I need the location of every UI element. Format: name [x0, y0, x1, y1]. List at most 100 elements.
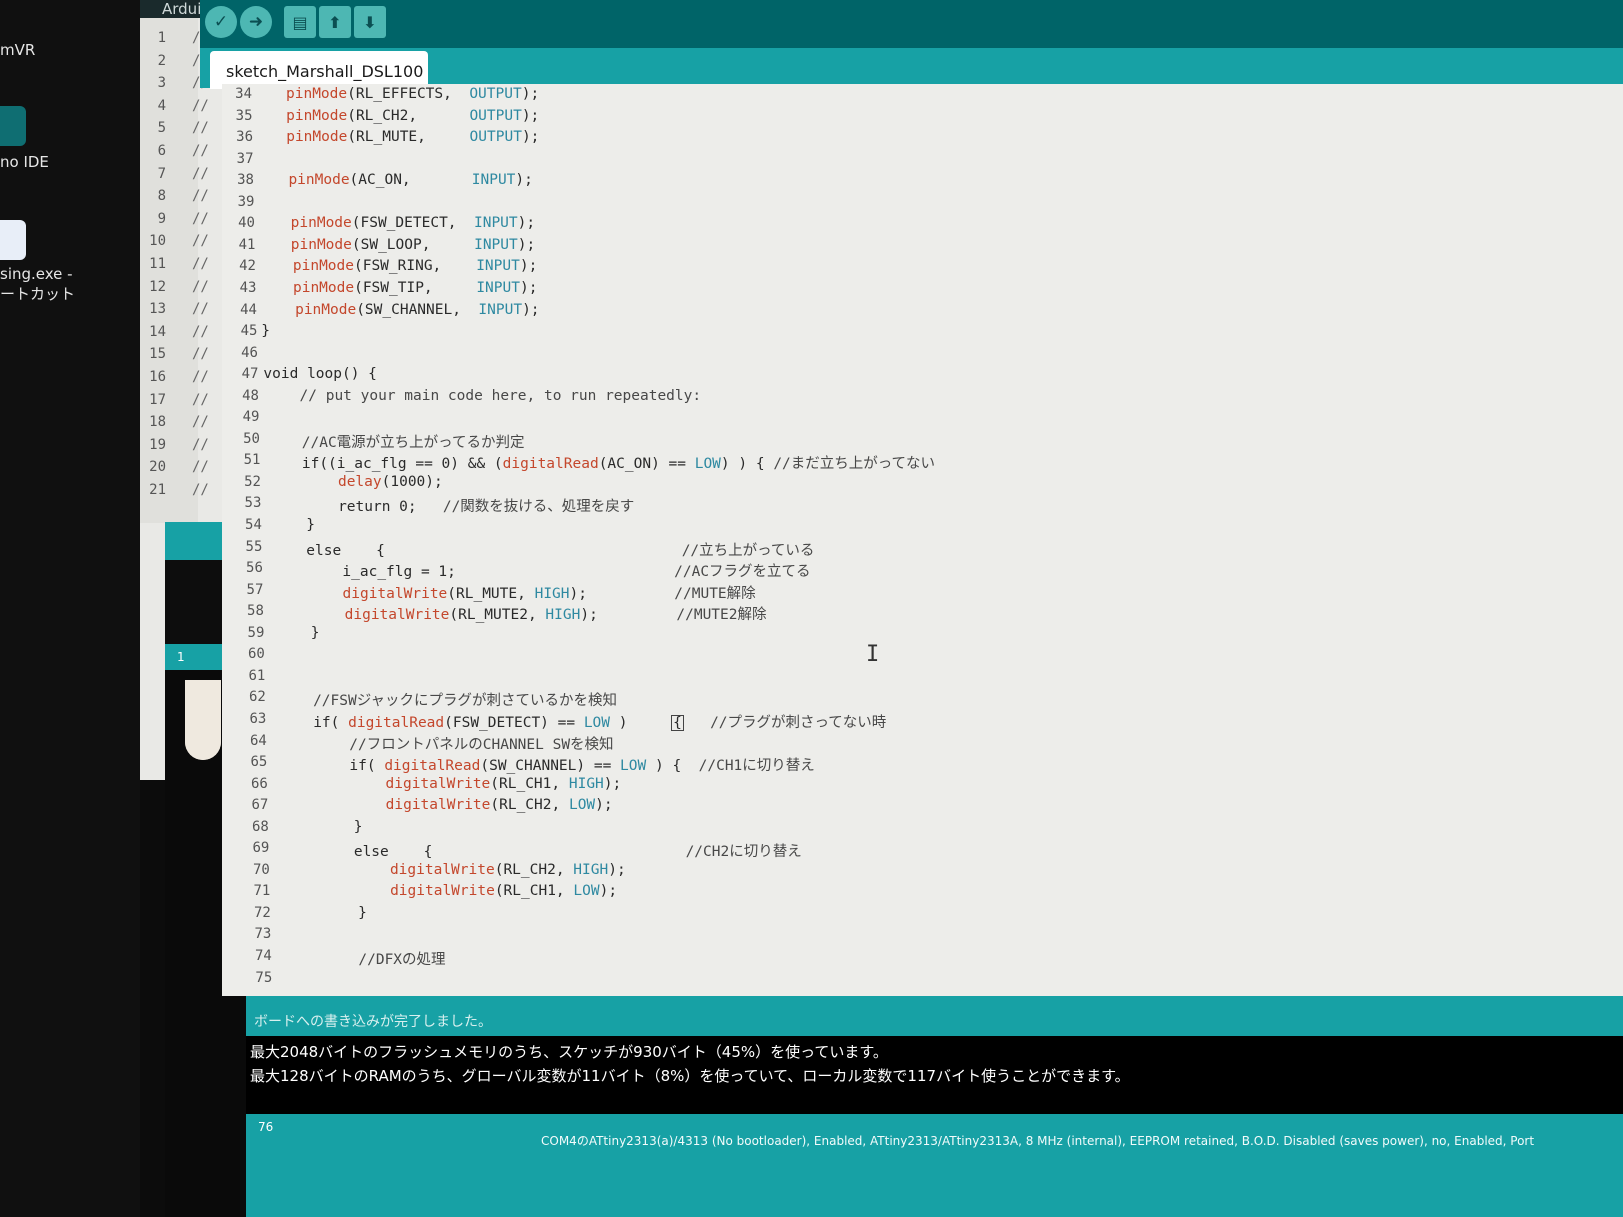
code-line: //フロントパネルのCHANNEL SWを検知	[349, 736, 614, 753]
code-line: else { //立ち上がっている	[306, 542, 815, 559]
line-number: 54	[245, 517, 262, 533]
line-number: 68	[251, 818, 269, 835]
arduino-app-icon[interactable]	[0, 106, 26, 146]
arduino-logo	[185, 680, 221, 760]
desktop-icon-label[interactable]: no IDE	[0, 152, 49, 172]
code-line: i_ac_flg = 1; //ACフラグを立てる	[342, 564, 811, 581]
toolbar	[200, 0, 1623, 48]
code-editor[interactable]: 34 pinMode(RL_EFFECTS, OUTPUT); 35 pinMode(…	[222, 84, 1623, 996]
line-number: 50	[243, 430, 260, 447]
background-code-line: //	[192, 120, 209, 137]
background-code-line: //	[192, 459, 209, 476]
desktop-icon-label[interactable]: mVR	[0, 40, 35, 60]
upload-button[interactable]: ➜	[240, 6, 272, 38]
background-code-line: //	[192, 143, 209, 159]
line-number: 61	[248, 667, 266, 684]
background-line-number: 5	[157, 120, 166, 137]
line-number: 63	[249, 710, 267, 727]
line-number: 49	[242, 409, 260, 426]
code-line: else { //CH2に切り替え	[353, 844, 802, 861]
background-line-number: 8	[157, 188, 166, 205]
code-line: digitalWrite(RL_CH2, HIGH);	[389, 861, 626, 878]
desktop-icon-label[interactable]: ートカット	[0, 284, 75, 304]
line-number: 48	[242, 387, 259, 404]
code-line: digitalWrite(RL_CH1, HIGH);	[385, 775, 622, 792]
code-line: pinMode(FSW_DETECT, INPUT);	[290, 215, 536, 232]
background-code-line: //	[192, 278, 209, 295]
text-cursor-icon: I	[866, 642, 880, 667]
background-line-number: 10	[149, 233, 166, 250]
background-code-line: //	[192, 301, 209, 318]
code-line: if( digitalRead(SW_CHANNEL) == LOW ) { /…	[349, 758, 815, 775]
line-number: 34	[235, 86, 252, 102]
line-number: 56	[246, 560, 263, 577]
check-icon: ✓	[213, 12, 229, 32]
code-line: pinMode(AC_ON, INPUT);	[288, 172, 533, 189]
console-line: 最大128バイトのRAMのうち、グローバル変数が11バイト（8%）を使っていて、…	[250, 1067, 1130, 1085]
code-line: //FSWジャックにプラグが刺さているかを検知	[313, 693, 618, 710]
line-number: 58	[247, 603, 264, 620]
new-sketch-button[interactable]: ▤	[284, 6, 316, 38]
desktop-icon-label[interactable]: sing.exe -	[0, 264, 73, 284]
code-line: }	[310, 624, 320, 641]
line-number: 40	[238, 215, 255, 232]
code-line: digitalWrite(RL_MUTE, HIGH); //MUTE解除	[342, 585, 756, 602]
background-line-number: 7	[157, 165, 166, 182]
line-number: 67	[251, 797, 269, 814]
board-info: COM4のATtiny2313(a)/4313 (No bootloader),…	[541, 1134, 1535, 1148]
background-line-number: 17	[149, 391, 166, 408]
code-line: return 0; //関数を抜ける、処理を戻す	[338, 499, 635, 516]
open-sketch-button[interactable]: ⬆	[319, 6, 351, 38]
background-line-number: 16	[149, 369, 166, 385]
current-line-number: 76	[258, 1120, 274, 1134]
background-line-number: 6	[157, 143, 166, 159]
line-number: 65	[250, 754, 268, 771]
line-number: 71	[253, 883, 271, 900]
code-line: pinMode(FSW_TIP, INPUT);	[292, 279, 538, 296]
background-line-number: 18	[149, 414, 166, 431]
line-number: 62	[249, 689, 266, 706]
line-number: 73	[254, 926, 272, 943]
line-number: 43	[239, 279, 257, 296]
line-number: 70	[252, 861, 270, 878]
line-number: 47	[241, 366, 259, 383]
line-number: 39	[237, 193, 255, 210]
save-sketch-button[interactable]: ⬇	[354, 6, 386, 38]
background-line-number: 14	[149, 323, 166, 340]
background-line-number: 20	[149, 459, 166, 476]
footer-bar: 76 COM4のATtiny2313(a)/4313 (No bootloade…	[246, 1114, 1623, 1217]
status-message: ボードへの書き込みが完了しました。	[254, 1014, 492, 1030]
processing-app-icon[interactable]	[0, 220, 26, 260]
code-line: }	[358, 904, 367, 921]
background-line-number: 12	[149, 278, 166, 295]
verify-button[interactable]: ✓	[205, 6, 237, 38]
code-line: pinMode(FSW_RING, INPUT);	[292, 258, 538, 275]
code-line: digitalWrite(RL_CH1, LOW);	[390, 883, 618, 900]
background-code-line: //	[192, 391, 209, 408]
background-code-line: //	[192, 97, 209, 114]
line-number: 45	[240, 323, 258, 340]
line-number: 52	[244, 473, 261, 490]
code-line: }	[306, 517, 315, 533]
line-number: 37	[236, 150, 254, 167]
code-line: pinMode(RL_CH2, OUTPUT);	[286, 107, 540, 124]
background-line-number: 13	[149, 301, 166, 318]
arrow-up-icon: ⬆	[328, 12, 342, 32]
code-line: if( digitalRead(FSW_DETECT) == LOW ) { /…	[313, 714, 887, 731]
code-line: }	[261, 323, 270, 340]
line-number: 60	[248, 646, 265, 663]
background-code-line: //	[192, 369, 209, 385]
line-number: 72	[253, 904, 271, 921]
background-code-line: //	[192, 414, 209, 431]
background-line-number: 3	[157, 75, 166, 92]
line-number: 69	[252, 840, 270, 857]
background-line-number: 11	[149, 256, 166, 272]
line-number: 46	[241, 344, 258, 361]
arrow-down-icon: ⬇	[363, 12, 377, 32]
code-line: void loop() {	[263, 366, 377, 383]
desktop: mVR no IDE sing.exe - ートカット	[0, 0, 140, 1217]
console-output[interactable]: 最大2048バイトのフラッシュメモリのうち、スケッチが930バイト（45%）を使…	[246, 1036, 1623, 1114]
background-line-number: 19	[149, 436, 166, 453]
new-file-icon: ▤	[292, 12, 308, 32]
line-number: 66	[250, 775, 268, 792]
